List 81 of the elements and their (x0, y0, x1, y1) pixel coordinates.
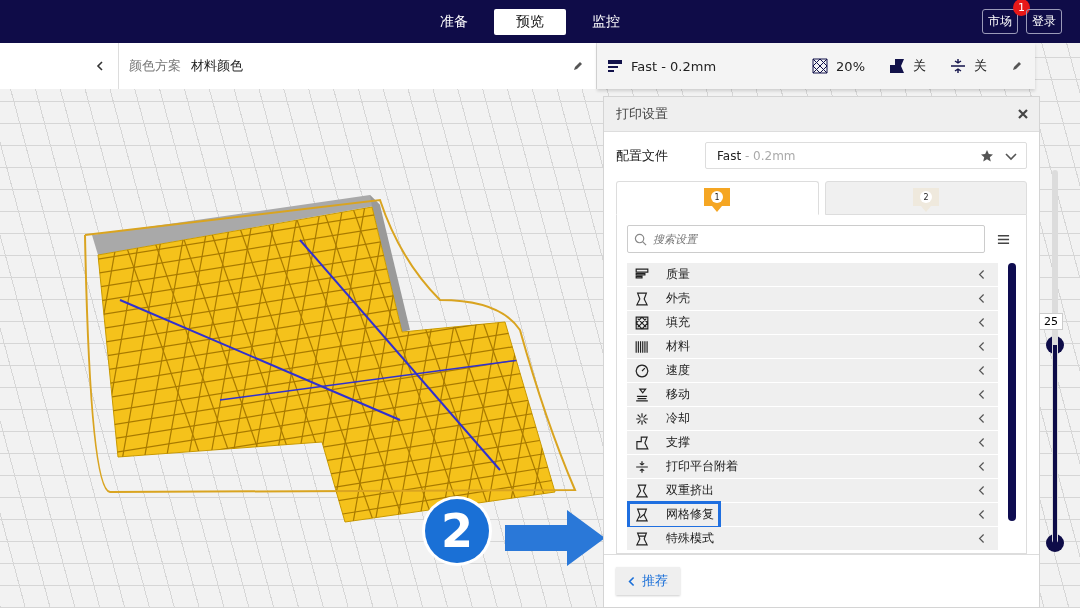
plate-adhesion-icon (634, 458, 650, 475)
layer-slider-fill[interactable] (1053, 345, 1057, 543)
category-label: 打印平台附着 (666, 458, 738, 475)
settings-category[interactable]: 双重挤出 (627, 479, 998, 502)
profile-dropdown[interactable]: Fast - 0.2mm (705, 142, 1027, 169)
category-label: 速度 (666, 362, 690, 379)
chevron-left-icon (628, 575, 636, 587)
chevron-left-icon (978, 317, 986, 328)
recommended-button[interactable]: 推荐 (616, 567, 680, 595)
category-label: 填充 (666, 314, 690, 331)
chevron-left-icon[interactable] (94, 60, 106, 72)
menu-icon[interactable] (997, 232, 1010, 246)
support-summary[interactable]: 关 (913, 57, 926, 75)
settings-category[interactable]: 移动 (627, 383, 998, 406)
chevron-left-icon (978, 437, 986, 448)
settings-category[interactable]: 速度 (627, 359, 998, 382)
extruder-tab[interactable]: 2 (824, 181, 1027, 215)
layer-number: 25 (1039, 313, 1063, 331)
color-scheme-value[interactable]: 材料颜色 (191, 57, 243, 75)
stage-tab[interactable]: 预览 (494, 8, 566, 35)
settings-category[interactable]: 外壳 (627, 287, 998, 310)
chevron-left-icon (978, 293, 986, 304)
extruder-tab[interactable]: 1 (616, 181, 819, 215)
settings-category[interactable]: 材料 (627, 335, 998, 358)
profile-name: Fast - 0.2mm (717, 148, 797, 163)
support-block-icon (634, 434, 650, 451)
search-icon (634, 232, 647, 246)
chevron-left-icon (978, 509, 986, 520)
search-input[interactable]: 搜索设置 (651, 231, 984, 247)
category-label: 外壳 (666, 290, 690, 307)
settings-category[interactable]: 填充 (627, 311, 998, 334)
star-icon[interactable] (980, 148, 994, 163)
chevron-left-icon (978, 365, 986, 376)
category-label: 冷却 (666, 410, 690, 427)
support-block-icon (889, 58, 905, 74)
extruder-badge: 1 (704, 188, 731, 212)
extruder-badge: 2 (912, 188, 939, 212)
category-label: 移动 (666, 386, 690, 403)
category-label: 材料 (666, 338, 690, 355)
category-label: 特殊模式 (666, 530, 714, 547)
panel-title: 打印设置 (616, 105, 668, 123)
category-label: 支撑 (666, 434, 690, 451)
bars-icon (607, 58, 623, 74)
chevron-left-icon (978, 389, 986, 400)
stage-tab[interactable]: 监控 (570, 8, 642, 35)
stage-tab[interactable]: 准备 (418, 8, 490, 35)
close-icon[interactable] (1017, 108, 1029, 120)
chevron-left-icon (978, 413, 986, 424)
settings-category[interactable]: 特殊模式 (627, 527, 998, 550)
color-scheme-label: 颜色方案 (129, 57, 181, 75)
adhesion-summary[interactable]: 关 (974, 57, 987, 75)
scrollbar[interactable] (1008, 263, 1016, 521)
settings-category[interactable]: 打印平台附着 (627, 455, 998, 478)
plate-adhesion-icon (950, 58, 966, 74)
settings-category[interactable]: 网格修复 (627, 503, 998, 526)
crosshatch-icon (812, 58, 829, 74)
settings-category[interactable]: 支撑 (627, 431, 998, 454)
filament-lines-icon (634, 338, 650, 355)
chevron-left-icon (978, 341, 986, 352)
settings-category[interactable]: 冷却 (627, 407, 998, 430)
crosshatch-icon (634, 314, 650, 331)
gauge-icon (634, 362, 650, 379)
settings-category[interactable]: 质量 (627, 263, 998, 286)
profile-summary[interactable]: Fast - 0.2mm (631, 58, 717, 74)
chevron-left-icon (978, 461, 986, 472)
category-label: 质量 (666, 266, 690, 283)
pencil-icon[interactable] (572, 60, 584, 72)
profile-label: 配置文件 (616, 146, 669, 165)
infill-summary[interactable]: 20% (836, 58, 865, 74)
chevron-left-icon (978, 533, 986, 544)
notification-badge: 1 (1013, 0, 1030, 16)
fan-icon (634, 410, 650, 427)
nozzle-icon (634, 386, 650, 403)
search-field[interactable]: 搜索设置 (627, 225, 985, 253)
step-number-badge: 2 (425, 499, 489, 563)
chevron-left-icon (978, 269, 986, 280)
header-button[interactable]: 登录 (1026, 9, 1062, 34)
pencil-icon[interactable] (1011, 60, 1023, 72)
category-label: 双重挤出 (666, 482, 714, 499)
chevron-left-icon (978, 485, 986, 496)
category-label: 网格修复 (666, 506, 714, 523)
